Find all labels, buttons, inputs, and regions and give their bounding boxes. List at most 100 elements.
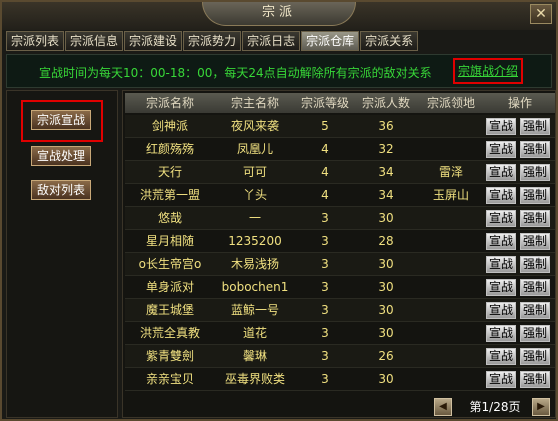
member-count-cell: 30 [378,211,394,225]
level-cell: 4 [321,165,329,179]
member-count-cell: 30 [378,280,394,294]
window-title: 宗派 [202,2,356,26]
sect-name-cell: 星月相随 [145,234,194,248]
declare-war-row-button[interactable]: 宣战 [486,141,516,158]
declare-war-row-button[interactable]: 宣战 [486,233,516,250]
table-row[interactable]: 单身派对 bobochen1 3 30 宣战 强制 [125,276,555,299]
table-row[interactable]: 悠哉 一 3 30 宣战 强制 [125,207,555,230]
table-row[interactable]: 天行 可可 4 34 雷泽 宣战 强制 [125,161,555,184]
force-row-button[interactable]: 强制 [520,256,550,273]
master-name-cell: 一 [248,211,261,225]
force-row-button[interactable]: 强制 [520,325,550,342]
force-row-button[interactable]: 强制 [520,348,550,365]
force-row-button[interactable]: 强制 [520,233,550,250]
force-row-button[interactable]: 强制 [520,210,550,227]
declare-war-row-button[interactable]: 宣战 [486,302,516,319]
declare-war-row-button[interactable]: 宣战 [486,325,516,342]
level-cell: 3 [321,211,329,225]
table-row[interactable]: o长生帝宫o 木易浅扬 3 30 宣战 强制 [125,253,555,276]
force-row-button[interactable]: 强制 [520,118,550,135]
territory-cell [417,299,485,321]
master-name-cell: 巫毒界败类 [224,372,285,386]
tab-2[interactable]: 宗派建设 [124,31,183,51]
territory-cell [417,368,485,390]
declare-war-row-button[interactable]: 宣战 [486,371,516,388]
master-name-cell: 木易浅扬 [230,257,279,271]
table-row[interactable]: 魔王城堡 蓝鲸一号 3 30 宣战 强制 [125,299,555,322]
territory-cell [417,115,485,137]
level-cell: 3 [321,234,329,248]
table-row[interactable]: 紫青雙劍 馨琳 3 26 宣战 强制 [125,345,555,368]
tab-5[interactable]: 宗派仓库 [301,31,360,51]
level-cell: 4 [321,142,329,156]
table-row[interactable]: 星月相随 1235200 3 28 宣战 强制 [125,230,555,253]
sect-name-cell: 天行 [157,165,182,179]
territory-cell: 雷泽 [438,165,463,179]
flag-war-intro-link[interactable]: 宗旗战介绍 [453,58,523,84]
member-count-cell: 30 [378,257,394,271]
header-master-name: 宗主名称 [230,96,279,110]
master-name-cell: 馨琳 [242,349,267,363]
tab-4[interactable]: 宗派日志 [242,31,301,51]
territory-cell [417,138,485,160]
member-count-cell: 36 [378,119,394,133]
sidebar: 宗派宣战 宣战处理 敌对列表 [6,90,118,418]
table-row[interactable]: 洪荒第一盟 丫头 4 34 玉屏山 宣战 强制 [125,184,555,207]
sect-name-cell: 魔王城堡 [145,303,194,317]
level-cell: 3 [321,257,329,271]
tab-3[interactable]: 宗派势力 [183,31,242,51]
war-handling-button[interactable]: 宣战处理 [31,146,91,166]
territory-cell [417,230,485,252]
territory-cell [417,207,485,229]
tab-6[interactable]: 宗派关系 [360,31,419,51]
member-count-cell: 32 [378,142,394,156]
level-cell: 3 [321,372,329,386]
page-indicator: 第1/28页 [469,400,521,414]
force-row-button[interactable]: 强制 [520,302,550,319]
pager: ◀ 第1/28页 ▶ [122,396,556,418]
master-name-cell: 可可 [242,165,267,179]
declare-war-row-button[interactable]: 宣战 [486,118,516,135]
tab-bar: 宗派列表 宗派信息 宗派建设 宗派势力 宗派日志 宗派仓库 宗派关系 [6,31,419,51]
force-row-button[interactable]: 强制 [520,187,550,204]
declare-war-button[interactable]: 宗派宣战 [31,110,91,130]
master-name-cell: 丫头 [242,188,267,202]
sect-name-cell: 亲亲宝贝 [145,372,194,386]
territory-cell: 玉屏山 [432,188,469,202]
sect-name-cell: 洪荒第一盟 [139,188,200,202]
table-header: 宗派名称 宗主名称 宗派等级 宗派人数 宗派领地 操作 [125,93,555,113]
master-name-cell: 夜风来袭 [230,119,279,133]
level-cell: 3 [321,280,329,294]
declare-war-row-button[interactable]: 宣战 [486,256,516,273]
level-cell: 3 [321,349,329,363]
force-row-button[interactable]: 强制 [520,164,550,181]
next-page-icon[interactable]: ▶ [532,398,550,416]
sect-name-cell: 紫青雙劍 [145,349,194,363]
tab-0[interactable]: 宗派列表 [6,31,65,51]
table-row[interactable]: 红颜殇殇 凤凰儿 4 32 宣战 强制 [125,138,555,161]
table-row[interactable]: 洪荒全真教 道花 3 30 宣战 强制 [125,322,555,345]
header-level: 宗派等级 [300,96,349,110]
tab-1[interactable]: 宗派信息 [65,31,124,51]
enemy-list-button[interactable]: 敌对列表 [31,180,91,200]
force-row-button[interactable]: 强制 [520,371,550,388]
table-row[interactable]: 剑神派 夜风来袭 5 36 宣战 强制 [125,115,555,138]
territory-cell [417,345,485,367]
member-count-cell: 30 [378,372,394,386]
declare-war-row-button[interactable]: 宣战 [486,164,516,181]
declare-war-row-button[interactable]: 宣战 [486,210,516,227]
force-row-button[interactable]: 强制 [520,141,550,158]
table-row[interactable]: 亲亲宝贝 巫毒界败类 3 30 宣战 强制 [125,368,555,391]
level-cell: 5 [321,119,329,133]
title-bar[interactable]: 宗派 ✕ [2,2,556,30]
sect-name-cell: o长生帝宫o [138,257,202,271]
declare-war-row-button[interactable]: 宣战 [486,187,516,204]
sect-name-cell: 洪荒全真教 [139,326,200,340]
master-name-cell: bobochen1 [221,280,289,294]
declare-war-row-button[interactable]: 宣战 [486,279,516,296]
close-icon[interactable]: ✕ [530,4,552,24]
force-row-button[interactable]: 强制 [520,279,550,296]
prev-page-icon[interactable]: ◀ [434,398,452,416]
declare-war-row-button[interactable]: 宣战 [486,348,516,365]
sect-name-cell: 剑神派 [151,119,188,133]
